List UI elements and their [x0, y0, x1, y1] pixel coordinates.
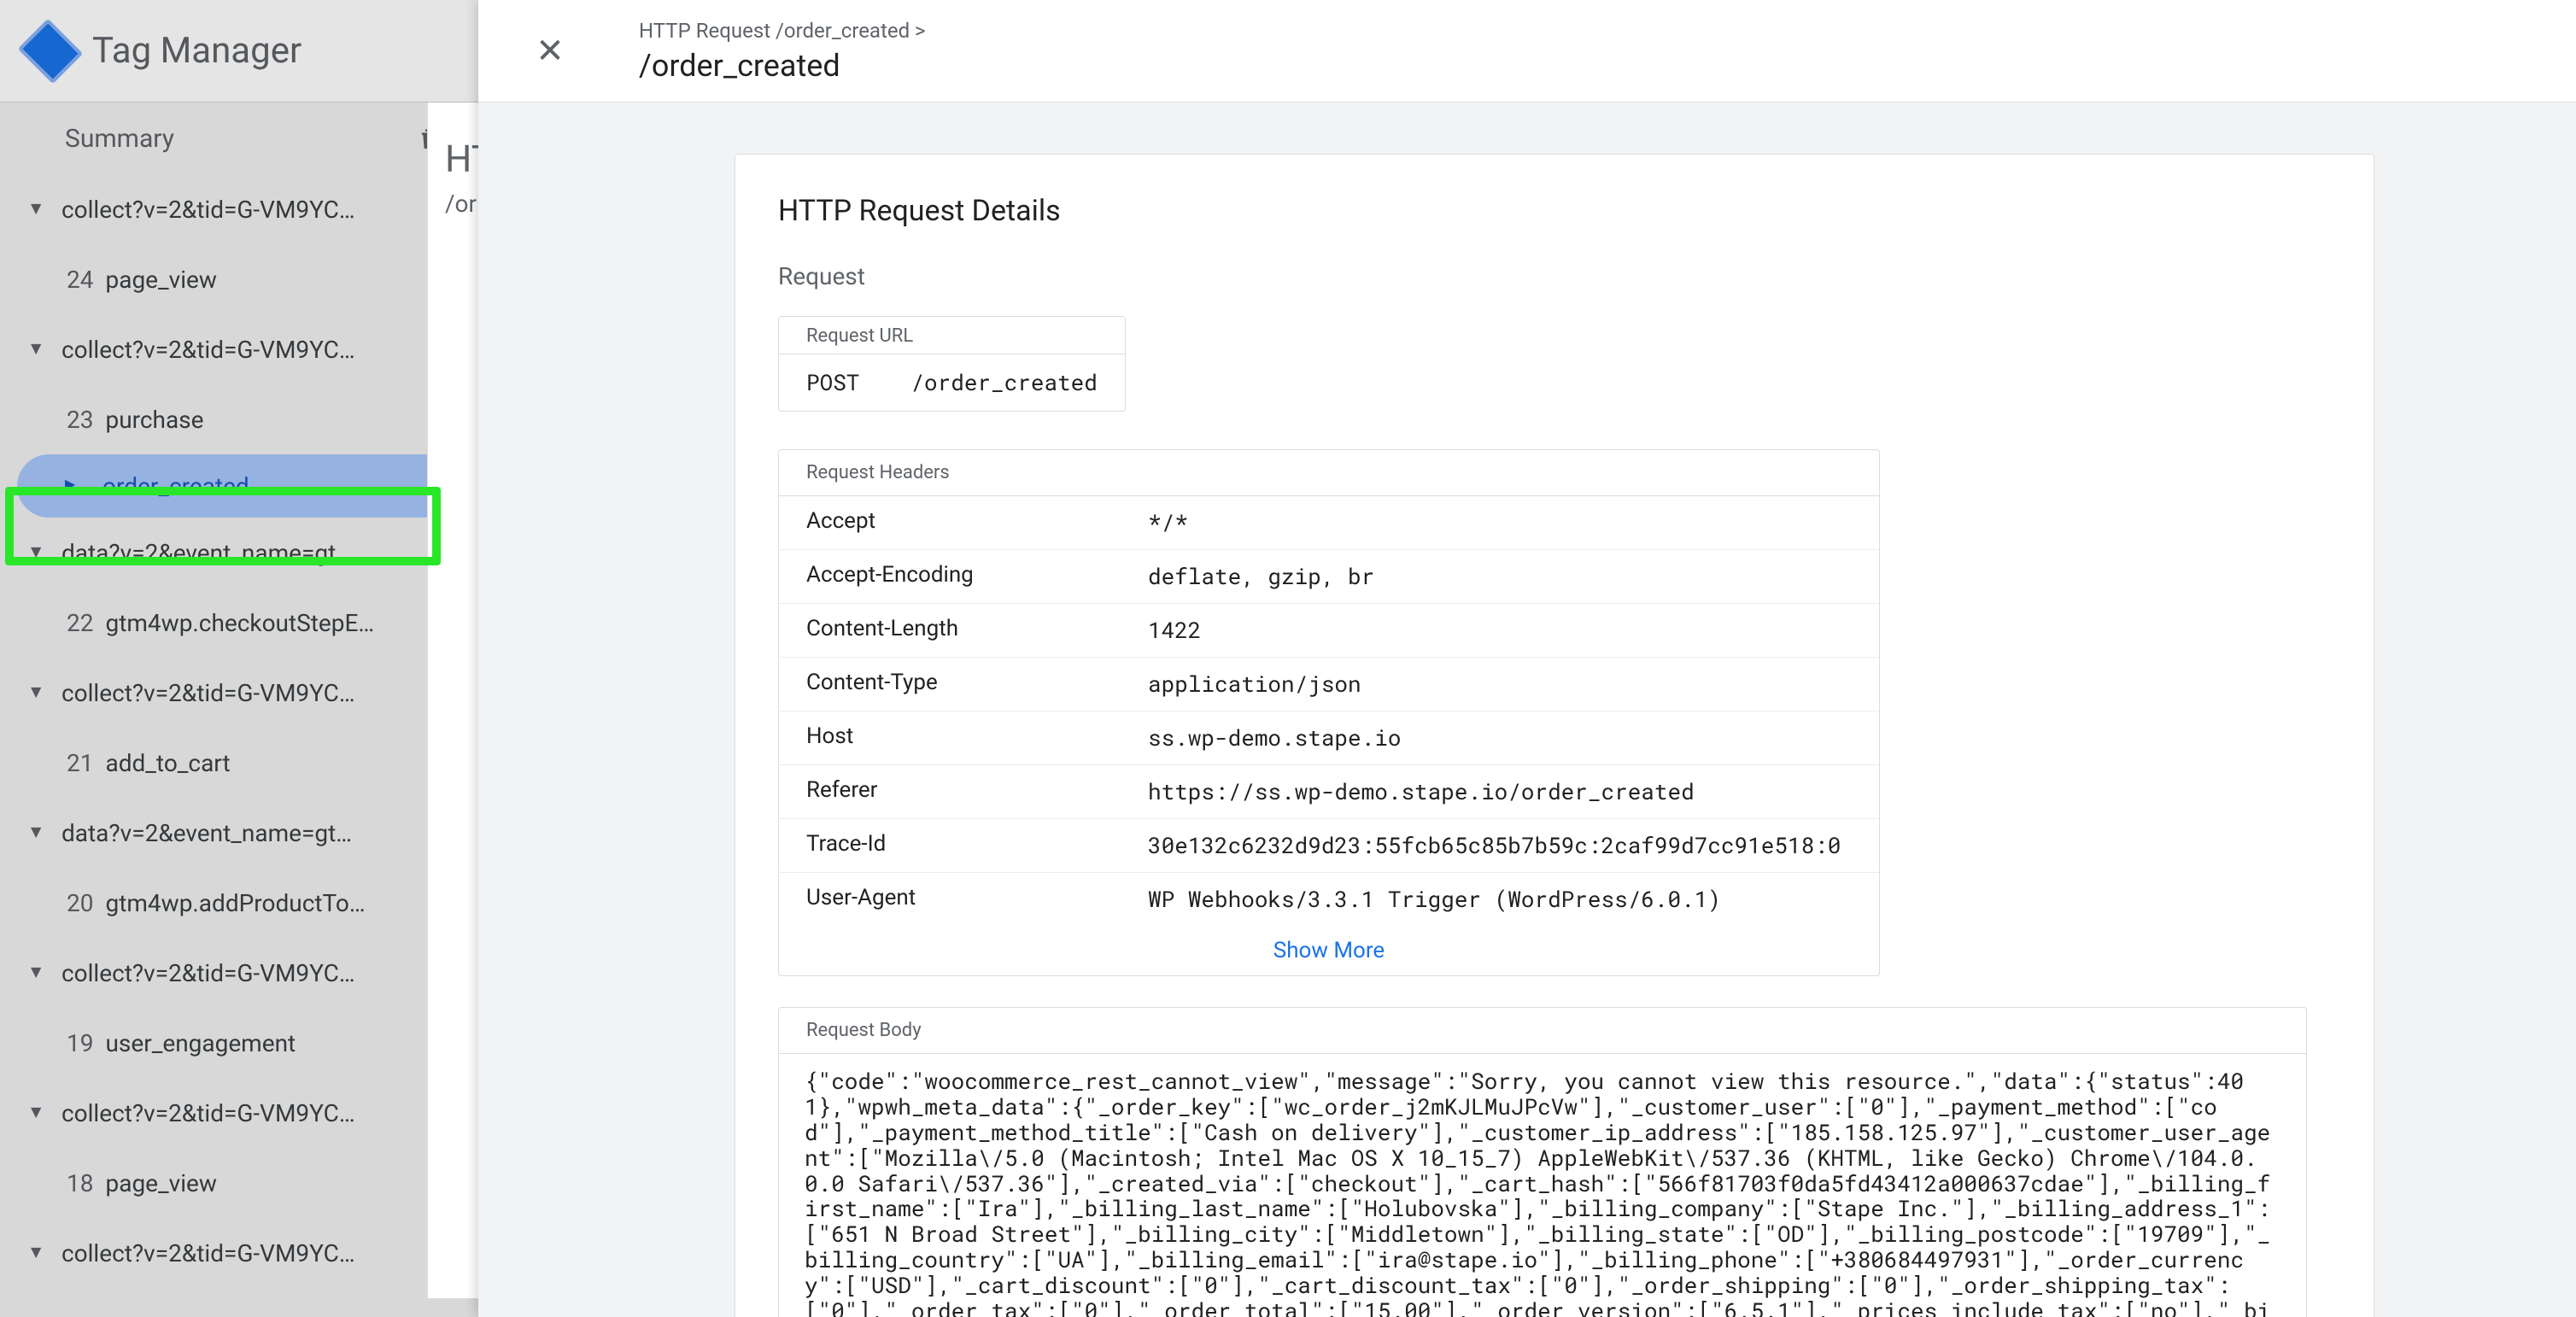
sidebar-group[interactable]: ▶ collect?v=2&tid=G-VM9YC…	[0, 938, 478, 1008]
chevron-down-icon: ▶	[26, 337, 50, 361]
event-label: gtm4wp.checkoutStepE…	[105, 609, 374, 637]
sidebar-item[interactable]: 21 add_to_cart	[0, 728, 478, 798]
sidebar-group-label: collect?v=2&tid=G-VM9YC…	[61, 196, 355, 224]
summary-row[interactable]: Summary	[0, 102, 478, 174]
header-value: application/json	[1121, 658, 1879, 711]
sidebar-group-label: collect?v=2&tid=G-VM9YC…	[61, 679, 355, 707]
sidebar-item[interactable]: 20 gtm4wp.addProductTo…	[0, 868, 478, 938]
highlight-ring	[5, 487, 441, 565]
breadcrumb: HTTP Request /order_created >	[639, 19, 926, 43]
sidebar-group-label: collect?v=2&tid=G-VM9YC…	[61, 1099, 355, 1127]
chevron-down-icon: ▶	[26, 821, 50, 845]
header-value: https://ss.wp-demo.stape.io/order_create…	[1121, 765, 1879, 818]
event-number: 23	[67, 406, 93, 434]
card-title: HTTP Request Details	[778, 194, 2331, 228]
header-key: Accept	[779, 496, 1121, 549]
event-label: user_engagement	[105, 1029, 296, 1057]
request-path: /order_created	[910, 368, 1097, 397]
event-label: add_to_cart	[105, 749, 230, 777]
event-label: purchase	[105, 406, 203, 434]
sidebar-group[interactable]: ▶ collect?v=2&tid=G-VM9YC…	[0, 1218, 478, 1288]
sidebar-group-label: data?v=2&event_name=gt…	[61, 819, 352, 847]
request-method: POST	[806, 368, 859, 397]
header-value: WP Webhooks/3.3.1 Trigger (WordPress/6.0…	[1121, 873, 1879, 926]
header-row: Accept-Encodingdeflate, gzip, br	[779, 550, 1879, 604]
chevron-down-icon: ▶	[26, 197, 50, 221]
header-value: */*	[1121, 496, 1879, 549]
header-value: 30e132c6232d9d23:55fcb65c85b7b59c:2caf99…	[1121, 819, 1879, 872]
header-key: Trace-Id	[779, 819, 1121, 872]
event-number: 20	[67, 889, 93, 917]
chevron-down-icon: ▶	[26, 681, 50, 705]
event-number: 24	[67, 266, 93, 294]
sidebar-item[interactable]: 23 purchase	[0, 384, 478, 454]
app-header: Tag Manager	[0, 0, 478, 102]
event-number: 21	[67, 749, 93, 777]
panel-title: /order_created	[639, 48, 926, 84]
sidebar-group-label: collect?v=2&tid=G-VM9YC…	[61, 959, 355, 987]
app-title: Tag Manager	[92, 30, 302, 72]
summary-label: Summary	[65, 124, 174, 154]
header-key: Referer	[779, 765, 1121, 818]
panel-header: ✕ HTTP Request /order_created > /order_c…	[478, 0, 2576, 102]
header-key: Accept-Encoding	[779, 550, 1121, 603]
sidebar-item[interactable]: 18 page_view	[0, 1148, 478, 1218]
chevron-down-icon: ▶	[26, 961, 50, 985]
event-number: 18	[67, 1169, 93, 1197]
show-more-link[interactable]: Show More	[779, 926, 1879, 975]
header-key: Content-Length	[779, 604, 1121, 657]
sidebar: Tag Manager Summary ▶ collect?v=2&tid=G-V…	[0, 0, 478, 1317]
body-label: Request Body	[779, 1008, 2306, 1054]
event-label: page_view	[105, 1169, 216, 1197]
request-body-box: Request Body {"code":"woocommerce_rest_c…	[778, 1007, 2307, 1317]
event-label: page_view	[105, 266, 216, 294]
request-url-label: Request URL	[779, 317, 1125, 354]
header-value: 1422	[1121, 604, 1879, 657]
sidebar-group[interactable]: ▶ data?v=2&event_name=gt…	[0, 798, 478, 868]
chevron-down-icon: ▶	[26, 1241, 50, 1265]
sidebar-item[interactable]: 19 user_engagement	[0, 1008, 478, 1078]
request-body-content: {"code":"woocommerce_rest_cannot_view","…	[779, 1054, 2306, 1317]
header-key: User-Agent	[779, 873, 1121, 926]
header-row: User-AgentWP Webhooks/3.3.1 Trigger (Wor…	[779, 873, 1879, 926]
header-row: Refererhttps://ss.wp-demo.stape.io/order…	[779, 765, 1879, 819]
sidebar-group[interactable]: ▶ collect?v=2&tid=G-VM9YC…	[0, 658, 478, 728]
panel-body: HTTP Request Details Request Request URL…	[478, 102, 2576, 1317]
request-card: HTTP Request Details Request Request URL…	[735, 154, 2374, 1317]
sidebar-item[interactable]: 24 page_view	[0, 244, 478, 314]
header-row: Hostss.wp-demo.stape.io	[779, 711, 1879, 765]
gtm-logo-icon	[18, 18, 83, 83]
request-headers-box: Request Headers Accept*/*Accept-Encoding…	[778, 449, 1880, 976]
request-subhead: Request	[778, 262, 2331, 290]
header-row: Content-Length1422	[779, 604, 1879, 658]
sidebar-group[interactable]: ▶ collect?v=2&tid=G-VM9YC…	[0, 314, 478, 384]
header-key: Host	[779, 711, 1121, 764]
sidebar-group[interactable]: ▶ collect?v=2&tid=G-VM9YC…	[0, 174, 478, 244]
event-number: 19	[67, 1029, 93, 1057]
request-url-box: Request URL POST /order_created	[778, 316, 1126, 412]
sidebar-item[interactable]: 22 gtm4wp.checkoutStepE…	[0, 588, 478, 658]
header-key: Content-Type	[779, 658, 1121, 711]
sidebar-group-label: collect?v=2&tid=G-VM9YC…	[61, 336, 355, 364]
close-icon[interactable]: ✕	[530, 31, 571, 72]
header-value: deflate, gzip, br	[1121, 550, 1879, 603]
header-row: Accept*/*	[779, 496, 1879, 550]
header-value: ss.wp-demo.stape.io	[1121, 711, 1879, 764]
sidebar-group-label: collect?v=2&tid=G-VM9YC…	[61, 1239, 355, 1267]
detail-panel: ✕ HTTP Request /order_created > /order_c…	[478, 0, 2576, 1317]
header-row: Trace-Id30e132c6232d9d23:55fcb65c85b7b59…	[779, 819, 1879, 873]
chevron-down-icon: ▶	[26, 1101, 50, 1125]
headers-label: Request Headers	[779, 450, 1879, 496]
event-number: 22	[67, 609, 93, 637]
sidebar-group[interactable]: ▶ collect?v=2&tid=G-VM9YC…	[0, 1078, 478, 1148]
event-label: gtm4wp.addProductTo…	[105, 889, 365, 917]
header-row: Content-Typeapplication/json	[779, 658, 1879, 711]
